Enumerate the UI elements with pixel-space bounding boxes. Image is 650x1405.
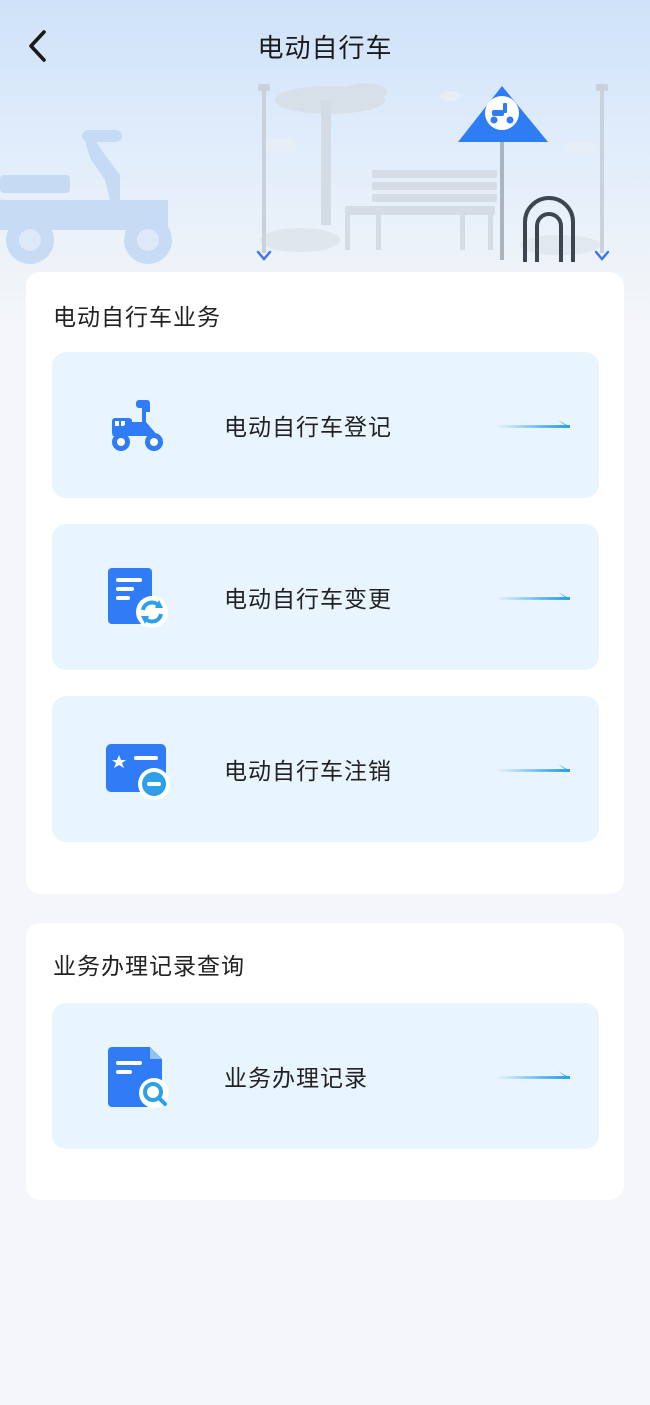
ebike-register-item[interactable]: 电动自行车登记 bbox=[52, 352, 599, 498]
item-label: 电动自行车变更 bbox=[224, 587, 392, 613]
item-label: 电动自行车登记 bbox=[224, 415, 392, 441]
arrow-right-icon bbox=[496, 1071, 570, 1079]
business-record-item[interactable]: 业务办理记录 bbox=[52, 1003, 599, 1149]
arrow-right-icon bbox=[496, 764, 570, 772]
item-label: 业务办理记录 bbox=[224, 1066, 368, 1092]
ebike-business-card: 电动自行车业务 电动自行车登记 电动自行车变更 电动自行车注销 bbox=[26, 272, 624, 894]
tree-illustration bbox=[275, 83, 387, 225]
ebike-change-item[interactable]: 电动自行车变更 bbox=[52, 524, 599, 670]
page-title: 电动自行车 bbox=[257, 34, 393, 64]
item-label: 电动自行车注销 bbox=[224, 759, 392, 785]
arrow-right-icon bbox=[496, 592, 570, 600]
scooter-icon bbox=[112, 400, 163, 451]
bench-illustration bbox=[345, 170, 497, 250]
section-title: 电动自行车业务 bbox=[53, 305, 221, 331]
ebike-cancel-item[interactable]: 电动自行车注销 bbox=[52, 696, 599, 842]
record-query-card: 业务办理记录查询 业务办理记录 bbox=[26, 923, 624, 1200]
arrow-right-icon bbox=[496, 420, 570, 428]
document-refresh-icon bbox=[108, 568, 168, 628]
section-title: 业务办理记录查询 bbox=[53, 954, 245, 980]
card-minus-icon bbox=[106, 744, 170, 800]
document-search-icon bbox=[108, 1047, 169, 1108]
navbar: 电动自行车 bbox=[0, 0, 650, 92]
